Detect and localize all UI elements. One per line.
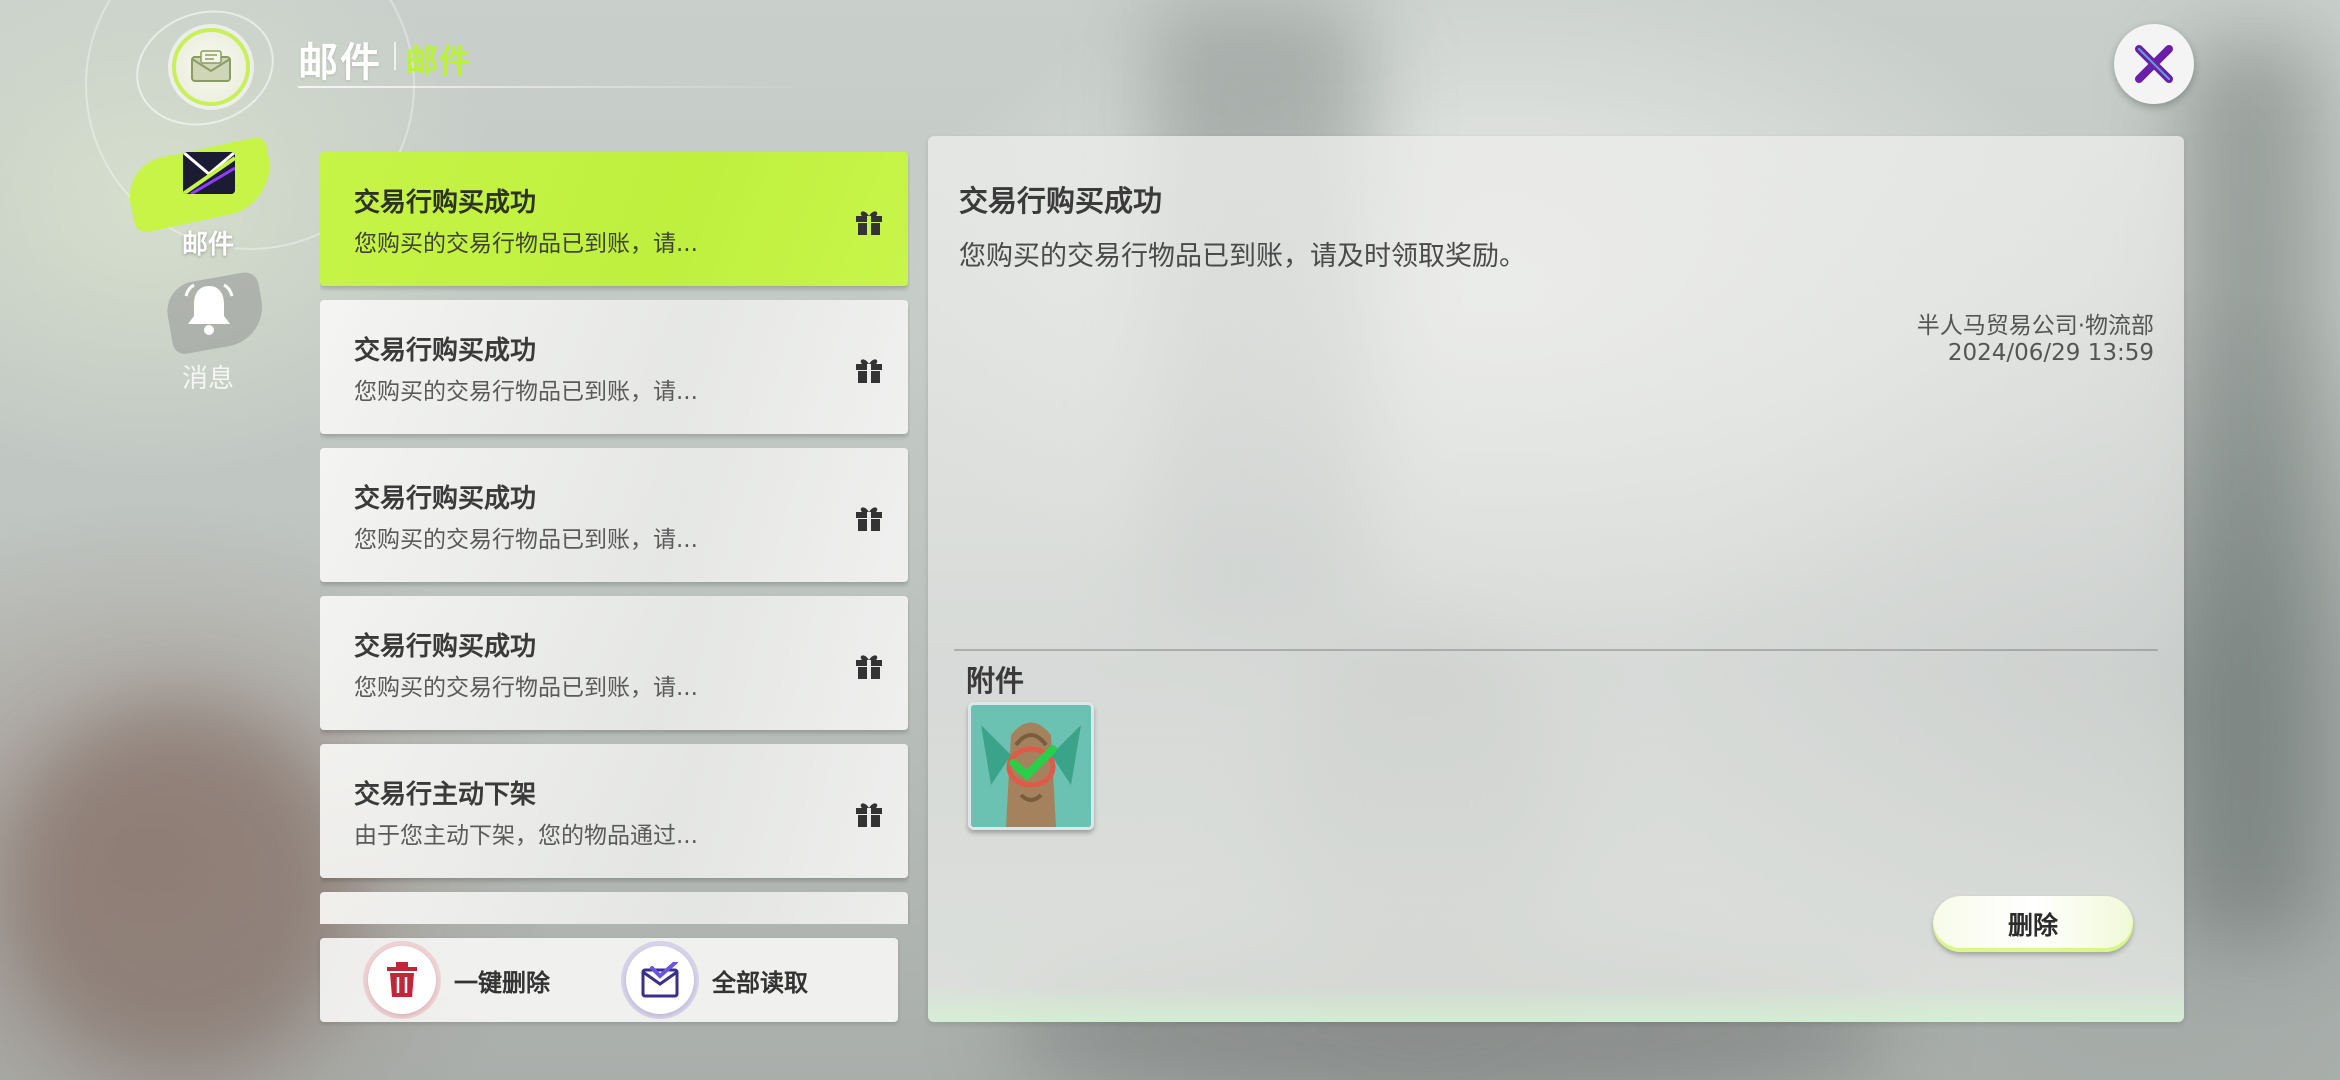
- creature-portrait-icon: [971, 705, 1091, 827]
- mail-item-title: 交易行购买成功: [354, 336, 537, 366]
- mail-list-item[interactable]: 交易行购买成功 您购买的交易行物品已到账，请...: [320, 152, 908, 286]
- read-all-button[interactable]: 全部读取: [626, 938, 808, 1022]
- close-icon: [2135, 45, 2173, 83]
- gift-icon: [856, 655, 882, 679]
- mail-icon: [172, 28, 250, 106]
- mail-detail-body: 您购买的交易行物品已到账，请及时领取奖励。: [959, 241, 1526, 272]
- nav-item-label: 邮件: [181, 230, 234, 260]
- mail-item-title: 交易行主动下架: [354, 780, 537, 810]
- mail-item-preview: 您购买的交易行物品已到账，请...: [354, 379, 698, 405]
- title-separator: [394, 42, 396, 70]
- attachment-item[interactable]: [968, 702, 1094, 830]
- mail-item-title: 交易行购买成功: [354, 484, 537, 514]
- mail-item-preview: 您购买的交易行物品已到账，请...: [354, 231, 698, 257]
- gift-icon: [856, 803, 882, 827]
- read-all-label: 全部读取: [712, 968, 808, 997]
- mail-item-title: 交易行购买成功: [354, 632, 537, 662]
- mark-read-icon: [626, 946, 694, 1014]
- mail-timestamp: 2024/06/29 13:59: [1947, 340, 2154, 366]
- mail-list-item-partial[interactable]: [320, 892, 908, 924]
- page-title: 邮件: [298, 40, 382, 86]
- gift-icon: [856, 359, 882, 383]
- mail-detail-title: 交易行购买成功: [959, 184, 1163, 218]
- panel-bottom-glow: [928, 986, 2184, 1022]
- mail-tab-icon: [183, 152, 235, 194]
- mail-item-title: 交易行购买成功: [354, 188, 537, 218]
- page-subtitle: 邮件: [406, 42, 473, 80]
- mail-sender: 半人马贸易公司·物流部: [1916, 313, 2154, 339]
- nav-item-label: 消息: [181, 364, 234, 394]
- delete-all-label: 一键删除: [454, 968, 550, 997]
- gift-icon: [856, 507, 882, 531]
- delete-button[interactable]: 删除: [1933, 896, 2133, 952]
- attachments-heading: 附件: [966, 664, 1025, 698]
- mail-detail-panel: 交易行购买成功 您购买的交易行物品已到账，请及时领取奖励。 半人马贸易公司·物流…: [928, 136, 2184, 1022]
- delete-label: 删除: [2007, 911, 2058, 940]
- mail-list-item[interactable]: 交易行购买成功 您购买的交易行物品已到账，请...: [320, 448, 908, 582]
- mail-item-preview: 由于您主动下架，您的物品通过...: [354, 823, 698, 849]
- mail-list: 交易行购买成功 您购买的交易行物品已到账，请... 交易行购买成功 您购买的交易…: [320, 152, 910, 924]
- mail-item-preview: 您购买的交易行物品已到账，请...: [354, 675, 698, 701]
- header-underline: [298, 86, 818, 88]
- mail-list-item[interactable]: 交易行购买成功 您购买的交易行物品已到账，请...: [320, 596, 908, 730]
- mail-item-preview: 您购买的交易行物品已到账，请...: [354, 527, 698, 553]
- close-button[interactable]: [2114, 24, 2194, 104]
- bell-icon: [184, 282, 234, 340]
- mail-list-item[interactable]: 交易行购买成功 您购买的交易行物品已到账，请...: [320, 300, 908, 434]
- delete-all-button[interactable]: 一键删除: [368, 938, 550, 1022]
- mail-list-item[interactable]: 交易行主动下架 由于您主动下架，您的物品通过...: [320, 744, 908, 878]
- trash-icon: [368, 946, 436, 1014]
- mail-list-footer: 一键删除 全部读取: [320, 938, 898, 1022]
- gift-icon: [856, 211, 882, 235]
- nav-item-messages[interactable]: 消息: [128, 270, 288, 402]
- attachment-divider: [954, 649, 2158, 651]
- nav-item-mail[interactable]: 邮件: [122, 135, 288, 266]
